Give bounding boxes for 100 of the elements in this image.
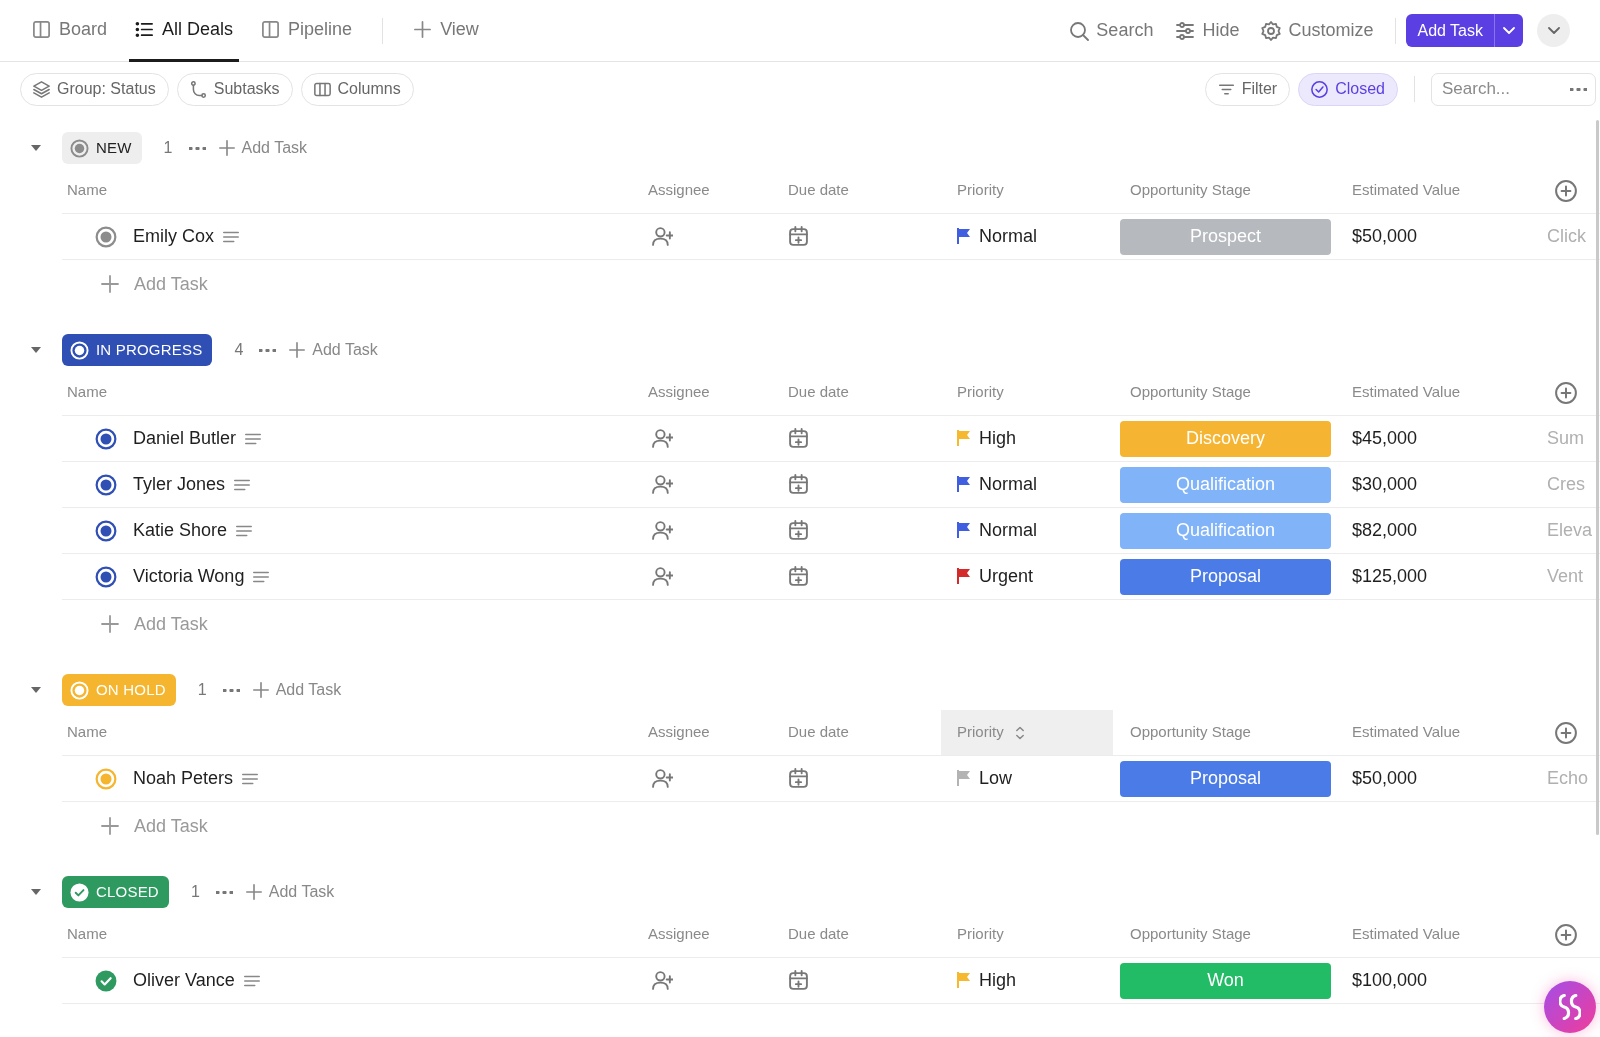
task-name[interactable]: Katie Shore: [133, 517, 228, 544]
calendar-icon[interactable]: [788, 768, 809, 789]
add-column-icon[interactable]: [1555, 721, 1577, 744]
priority-label[interactable]: Normal: [979, 471, 1037, 498]
stage-tag[interactable]: Prospect: [1120, 218, 1331, 255]
column-header[interactable]: Priority: [941, 912, 1113, 958]
column-header[interactable]: Opportunity Stage: [1113, 710, 1343, 756]
column-header[interactable]: Name: [62, 168, 640, 214]
task-name[interactable]: Emily Cox: [133, 223, 214, 250]
column-header[interactable]: Opportunity Stage: [1113, 370, 1343, 416]
status-icon[interactable]: [95, 519, 117, 542]
assistant-button[interactable]: [1544, 981, 1596, 1033]
more-icon[interactable]: [259, 348, 277, 352]
add-view-button[interactable]: View: [407, 0, 485, 62]
column-header[interactable]: Priority: [941, 168, 1113, 214]
search-button[interactable]: Search: [1069, 17, 1154, 44]
column-header[interactable]: Due date: [780, 912, 941, 958]
priority-label[interactable]: Normal: [979, 517, 1037, 544]
add-person-icon[interactable]: [652, 768, 673, 789]
view-tab[interactable]: Board: [26, 0, 114, 62]
status-icon[interactable]: [95, 565, 117, 588]
column-header[interactable]: Assignee: [640, 710, 780, 756]
customize-button[interactable]: Customize: [1261, 17, 1374, 44]
add-task-link[interactable]: Add Task: [134, 610, 208, 638]
status-icon[interactable]: [95, 969, 117, 992]
column-header[interactable]: Assignee: [640, 168, 780, 214]
add-column-icon[interactable]: [1555, 381, 1577, 404]
status-icon[interactable]: [95, 427, 117, 450]
add-column-icon[interactable]: [1555, 179, 1577, 202]
more-icon[interactable]: [188, 146, 206, 150]
status-icon[interactable]: [95, 473, 117, 496]
more-icon[interactable]: [215, 890, 233, 894]
task-name[interactable]: Tyler Jones: [133, 471, 226, 498]
task-name[interactable]: Oliver Vance: [133, 967, 235, 994]
stage-tag[interactable]: Proposal: [1120, 760, 1331, 797]
priority-label[interactable]: Normal: [979, 223, 1037, 250]
caret-icon[interactable]: [30, 346, 42, 354]
status-badge[interactable]: IN PROGRESS: [62, 334, 213, 366]
calendar-icon[interactable]: [788, 428, 809, 449]
more-icon[interactable]: [1570, 87, 1587, 91]
filter-chip[interactable]: Filter: [1204, 72, 1291, 106]
task-name[interactable]: Victoria Wong: [133, 563, 245, 590]
task-name[interactable]: Noah Peters: [133, 765, 234, 792]
more-icon[interactable]: [222, 688, 240, 692]
priority-label[interactable]: Urgent: [979, 563, 1034, 590]
column-header[interactable]: Estimated Value: [1343, 168, 1540, 214]
column-header[interactable]: Name: [62, 370, 640, 416]
collapse-button[interactable]: [1537, 14, 1570, 47]
column-header[interactable]: Name: [62, 912, 640, 958]
search-field[interactable]: Search...: [1431, 72, 1596, 106]
view-tab[interactable]: Pipeline: [255, 0, 359, 62]
column-header[interactable]: Estimated Value: [1343, 912, 1540, 958]
filter-chip[interactable]: Columns: [300, 72, 414, 106]
calendar-icon[interactable]: [788, 474, 809, 495]
caret-icon[interactable]: [30, 888, 42, 896]
caret-icon[interactable]: [30, 686, 42, 694]
add-task-button[interactable]: Add Task: [244, 880, 335, 904]
stage-tag[interactable]: Discovery: [1120, 420, 1331, 457]
column-header[interactable]: Assignee: [640, 912, 780, 958]
column-header[interactable]: Opportunity Stage: [1113, 912, 1343, 958]
filter-chip[interactable]: Group: Status: [20, 72, 169, 106]
column-header[interactable]: Estimated Value: [1343, 370, 1540, 416]
add-task-button[interactable]: Add Task: [251, 678, 342, 702]
column-header[interactable]: Assignee: [640, 370, 780, 416]
add-person-icon[interactable]: [652, 970, 673, 991]
task-name[interactable]: Daniel Butler: [133, 425, 237, 452]
column-header[interactable]: Estimated Value: [1343, 710, 1540, 756]
add-person-icon[interactable]: [652, 428, 673, 449]
add-task-link[interactable]: Add Task: [134, 270, 208, 298]
add-person-icon[interactable]: [652, 520, 673, 541]
calendar-icon[interactable]: [788, 970, 809, 991]
add-person-icon[interactable]: [652, 226, 673, 247]
status-icon[interactable]: [95, 225, 117, 248]
status-badge[interactable]: ON HOLD: [62, 674, 176, 706]
add-person-icon[interactable]: [652, 474, 673, 495]
caret-icon[interactable]: [30, 144, 42, 152]
column-header[interactable]: Name: [62, 710, 640, 756]
filter-chip[interactable]: Closed: [1298, 72, 1398, 106]
calendar-icon[interactable]: [788, 226, 809, 247]
scrollbar[interactable]: [1596, 120, 1599, 835]
calendar-icon[interactable]: [788, 520, 809, 541]
stage-tag[interactable]: Won: [1120, 962, 1331, 999]
priority-label[interactable]: Low: [979, 765, 1013, 792]
stage-tag[interactable]: Proposal: [1120, 558, 1331, 595]
priority-label[interactable]: High: [979, 967, 1017, 994]
status-badge[interactable]: CLOSED: [62, 876, 169, 908]
add-task-button[interactable]: Add Task: [288, 338, 378, 362]
column-header[interactable]: Priority: [941, 370, 1113, 416]
priority-label[interactable]: High: [979, 425, 1017, 452]
stage-tag[interactable]: Qualification: [1120, 466, 1331, 503]
add-column-icon[interactable]: [1555, 923, 1577, 946]
add-task-link[interactable]: Add Task: [134, 812, 208, 840]
status-badge[interactable]: NEW: [62, 132, 142, 164]
column-header[interactable]: Opportunity Stage: [1113, 168, 1343, 214]
calendar-icon[interactable]: [788, 566, 809, 587]
filter-chip[interactable]: Subtasks: [176, 72, 293, 106]
view-tab[interactable]: All Deals: [129, 0, 240, 62]
column-header[interactable]: Due date: [780, 168, 941, 214]
stage-tag[interactable]: Qualification: [1120, 512, 1331, 549]
hide-button[interactable]: Hide: [1175, 17, 1240, 44]
